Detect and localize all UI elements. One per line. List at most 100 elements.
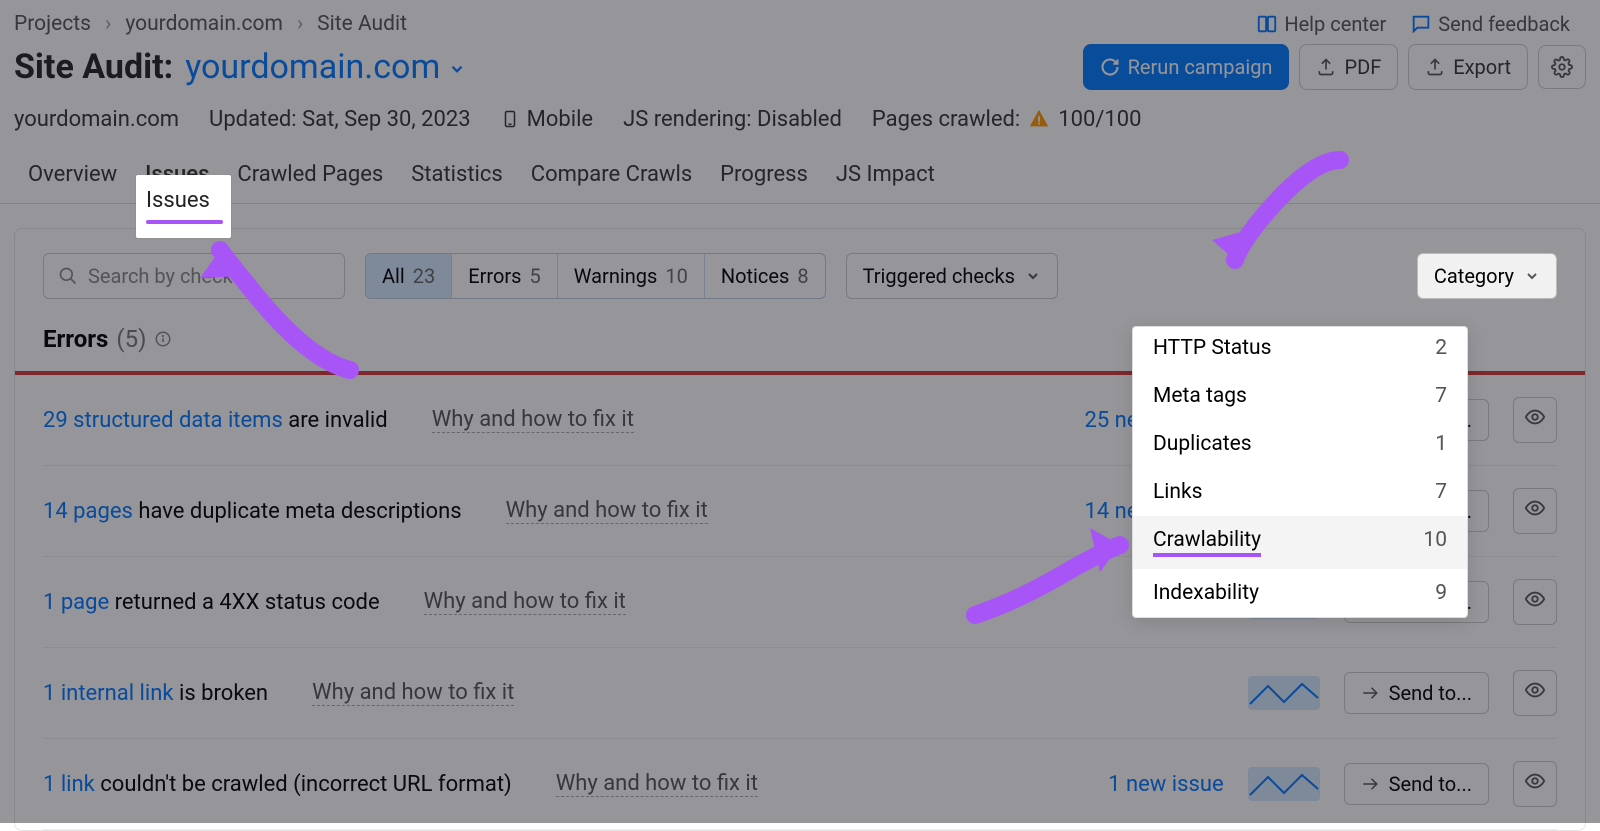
why-how-link[interactable]: Why and how to fix it xyxy=(556,771,758,797)
category-option-label: Duplicates xyxy=(1153,432,1252,456)
category-option[interactable]: Indexability 9 xyxy=(1133,569,1467,617)
triggered-checks-select[interactable]: Triggered checks xyxy=(846,253,1058,299)
help-center-label: Help center xyxy=(1284,12,1386,36)
why-how-link[interactable]: Why and how to fix it xyxy=(424,589,626,615)
hide-button[interactable] xyxy=(1513,488,1557,534)
sparkline xyxy=(1248,767,1320,801)
settings-button[interactable] xyxy=(1538,45,1586,89)
hide-button[interactable] xyxy=(1513,579,1557,625)
meta-device: Mobile xyxy=(501,106,593,132)
tab-issues[interactable]: Issues xyxy=(131,148,223,203)
tab-compare-crawls[interactable]: Compare Crawls xyxy=(517,148,706,203)
category-select[interactable]: Category xyxy=(1417,253,1557,299)
pill-errors[interactable]: Errors5 xyxy=(452,254,557,298)
category-option-count: 7 xyxy=(1435,384,1447,408)
warning-icon xyxy=(1028,108,1050,130)
category-option-label: Indexability xyxy=(1153,581,1259,605)
issue-text: 1 internal link is broken xyxy=(43,681,268,706)
chevron-down-icon xyxy=(448,60,466,78)
tab-progress[interactable]: Progress xyxy=(706,148,822,203)
sparkline xyxy=(1248,676,1320,710)
chevron-right-icon: › xyxy=(105,12,111,36)
errors-title-count: (5) xyxy=(116,325,146,353)
help-center-link[interactable]: Help center xyxy=(1256,12,1386,36)
send-feedback-link[interactable]: Send feedback xyxy=(1410,12,1570,36)
tab-statistics[interactable]: Statistics xyxy=(397,148,517,203)
domain-label: yourdomain.com xyxy=(185,47,440,87)
category-option-label: HTTP Status xyxy=(1153,336,1271,360)
breadcrumb-projects[interactable]: Projects xyxy=(14,12,91,36)
category-option[interactable]: Links 7 xyxy=(1133,468,1467,516)
issue-link[interactable]: 1 internal link xyxy=(43,681,174,706)
issue-row: 1 link couldn't be crawled (incorrect UR… xyxy=(43,739,1557,830)
send-to-button[interactable]: Send to... xyxy=(1344,763,1489,805)
export-button[interactable]: Export xyxy=(1408,44,1528,90)
refresh-icon xyxy=(1100,57,1120,77)
why-how-link[interactable]: Why and how to fix it xyxy=(506,498,708,524)
meta-updated: Updated: Sat, Sep 30, 2023 xyxy=(209,107,471,132)
category-option-count: 2 xyxy=(1435,336,1447,360)
hide-button[interactable] xyxy=(1513,761,1557,807)
issue-row: 1 internal link is broken Why and how to… xyxy=(43,648,1557,739)
meta-bar: yourdomain.com Updated: Sat, Sep 30, 202… xyxy=(0,100,1600,148)
category-option[interactable]: HTTP Status 2 xyxy=(1133,327,1467,372)
meta-crawled: Pages crawled: 100/100 xyxy=(872,107,1142,132)
category-option-label: Meta tags xyxy=(1153,384,1247,408)
send-to-button[interactable]: Send to... xyxy=(1344,672,1489,714)
search-icon xyxy=(58,266,78,286)
why-how-link[interactable]: Why and how to fix it xyxy=(432,407,634,433)
category-option-count: 10 xyxy=(1423,528,1447,557)
issue-link[interactable]: 1 link xyxy=(43,772,95,797)
category-label: Category xyxy=(1434,264,1514,288)
category-option-count: 7 xyxy=(1435,480,1447,504)
export-label: Export xyxy=(1453,55,1511,79)
chevron-right-icon: › xyxy=(297,12,303,36)
upload-icon xyxy=(1316,57,1336,77)
severity-filter: All23 Errors5 Warnings10 Notices8 xyxy=(365,253,826,299)
send-feedback-label: Send feedback xyxy=(1438,12,1570,36)
info-icon xyxy=(154,330,172,348)
rerun-label: Rerun campaign xyxy=(1128,55,1273,79)
breadcrumb-domain[interactable]: yourdomain.com xyxy=(125,12,283,36)
rerun-campaign-button[interactable]: Rerun campaign xyxy=(1083,44,1290,90)
chevron-down-icon xyxy=(1524,268,1540,284)
issue-text: 1 link couldn't be crawled (incorrect UR… xyxy=(43,772,512,797)
pill-warnings[interactable]: Warnings10 xyxy=(558,254,705,298)
category-option-count: 1 xyxy=(1435,432,1447,456)
book-icon xyxy=(1256,13,1278,35)
pdf-label: PDF xyxy=(1344,55,1381,79)
issue-link[interactable]: 29 structured data items xyxy=(43,408,283,433)
tab-overview[interactable]: Overview xyxy=(14,148,131,203)
errors-title-label: Errors xyxy=(43,325,108,353)
category-option[interactable]: Duplicates 1 xyxy=(1133,420,1467,468)
meta-domain: yourdomain.com xyxy=(14,107,179,132)
pill-notices[interactable]: Notices8 xyxy=(705,254,825,298)
category-option[interactable]: Crawlability 10 xyxy=(1133,516,1467,569)
meta-crawled-value: 100/100 xyxy=(1058,107,1141,132)
upload-icon xyxy=(1425,57,1445,77)
tab-crawled-pages[interactable]: Crawled Pages xyxy=(223,148,397,203)
category-option-count: 9 xyxy=(1435,581,1447,605)
why-how-link[interactable]: Why and how to fix it xyxy=(312,680,514,706)
issue-text: 14 pages have duplicate meta description… xyxy=(43,499,462,524)
hide-button[interactable] xyxy=(1513,670,1557,716)
pdf-button[interactable]: PDF xyxy=(1299,44,1398,90)
search-input[interactable]: Search by check xyxy=(43,253,345,299)
category-dropdown: HTTP Status 2 Meta tags 7 Duplicates 1 Links 7 C… xyxy=(1132,326,1468,618)
issue-link[interactable]: 14 pages xyxy=(43,499,133,524)
category-option[interactable]: Meta tags 7 xyxy=(1133,372,1467,420)
category-option-label: Crawlability xyxy=(1153,528,1261,557)
meta-js: JS rendering: Disabled xyxy=(623,107,842,132)
mobile-icon xyxy=(501,106,519,132)
meta-device-label: Mobile xyxy=(527,107,593,132)
category-option-label: Links xyxy=(1153,480,1203,504)
chevron-down-icon xyxy=(1025,268,1041,284)
tab-js-impact[interactable]: JS Impact xyxy=(822,148,949,203)
pill-all[interactable]: All23 xyxy=(366,254,452,298)
gear-icon xyxy=(1551,56,1573,78)
new-issues-link[interactable]: 1 new issue xyxy=(1108,772,1223,797)
domain-selector[interactable]: yourdomain.com xyxy=(185,47,466,87)
issue-link[interactable]: 1 page xyxy=(43,590,109,615)
page-header: Site Audit: yourdomain.com Rerun campaig… xyxy=(0,40,1600,100)
hide-button[interactable] xyxy=(1513,397,1557,443)
